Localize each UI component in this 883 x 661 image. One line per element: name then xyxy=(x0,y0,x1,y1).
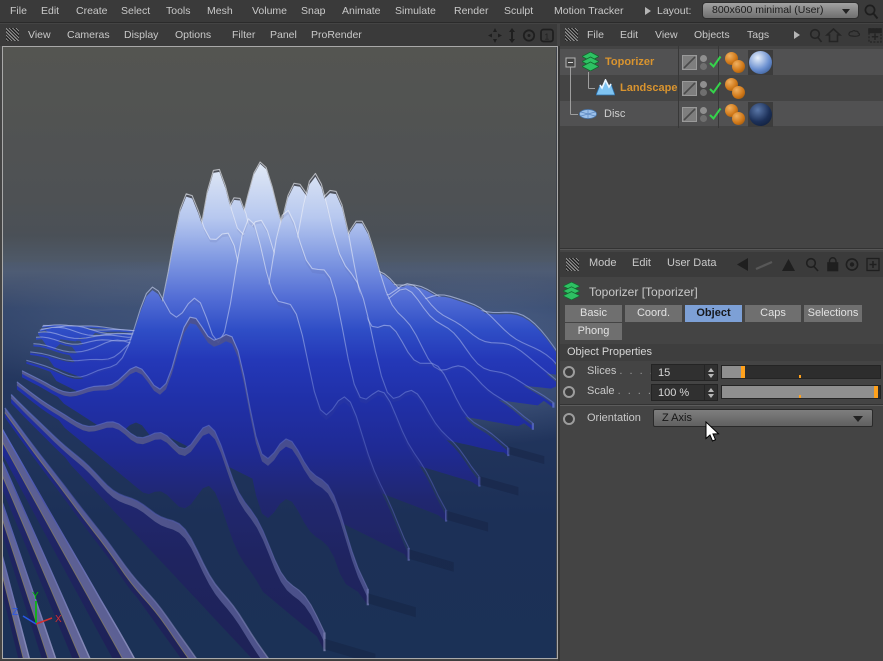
svg-text:1: 1 xyxy=(545,32,550,42)
svg-text:Y: Y xyxy=(32,591,39,602)
svg-text:Z: Z xyxy=(12,607,18,618)
svg-text:X: X xyxy=(55,614,62,625)
